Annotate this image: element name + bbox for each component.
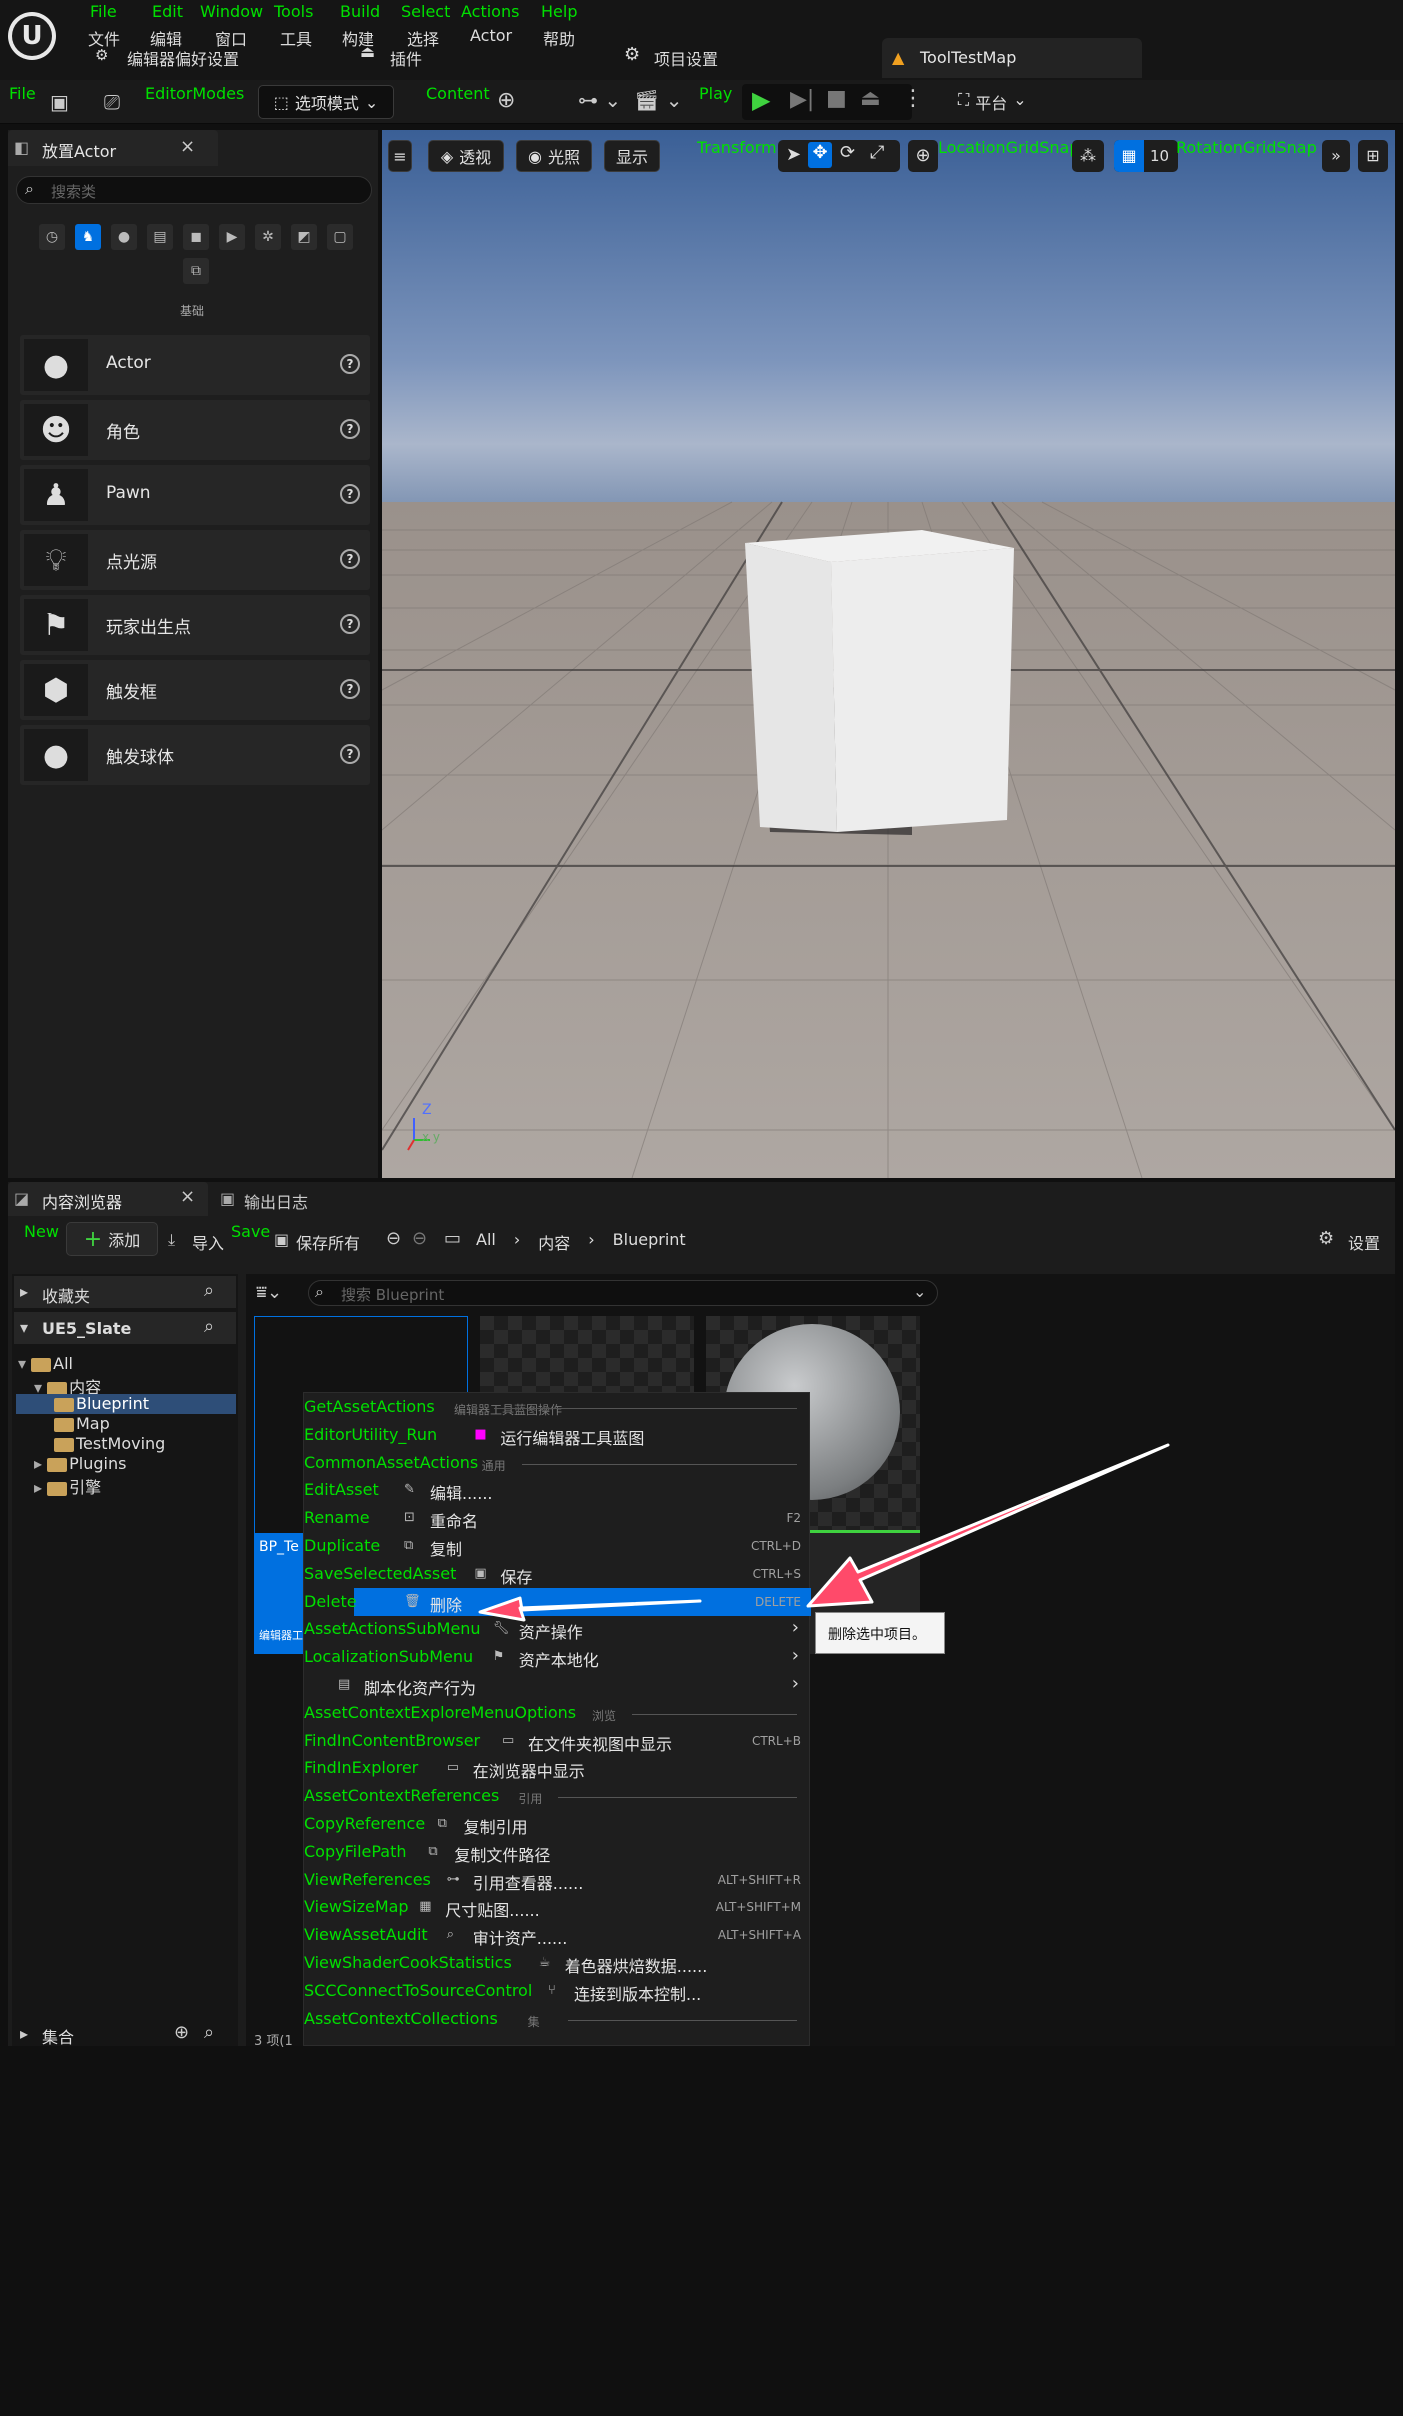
annotation-arrows [478,1443,1170,1622]
arrow-to-delete-left [478,1596,702,1622]
arrow-to-delete [806,1443,1170,1608]
selected-folder-highlight [16,2396,236,2416]
